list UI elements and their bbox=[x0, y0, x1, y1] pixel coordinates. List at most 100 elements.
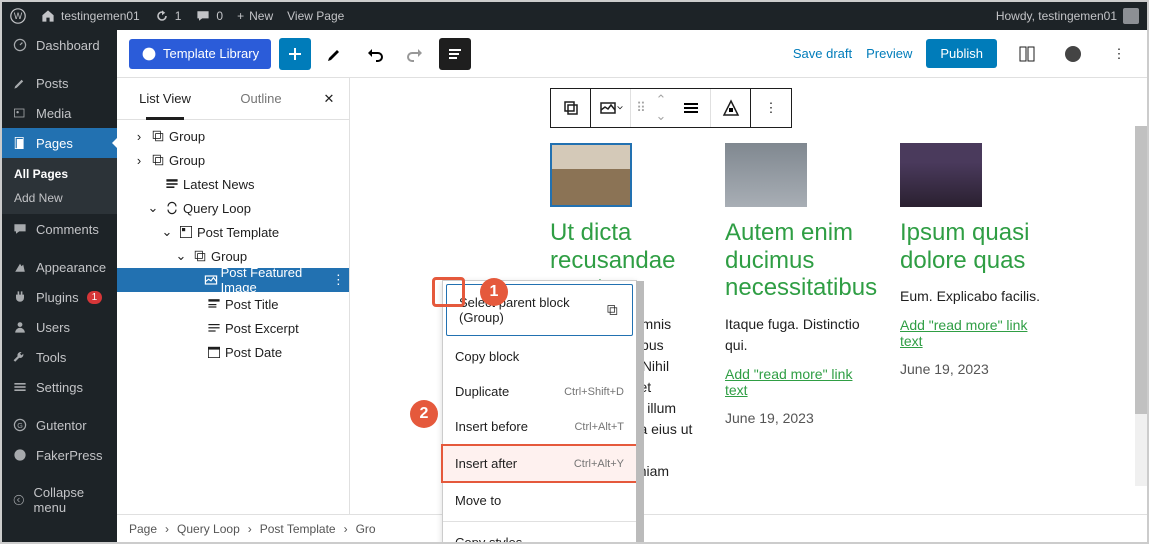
menu-insert-before[interactable]: Insert beforeCtrl+Alt+T bbox=[443, 409, 636, 444]
annotation-2: 2 bbox=[410, 400, 438, 428]
menu-copy-styles[interactable]: Copy styles bbox=[443, 525, 636, 544]
edit-mode-button[interactable] bbox=[319, 38, 351, 70]
svg-text:W: W bbox=[14, 11, 23, 21]
sidebar-item-appearance[interactable]: Appearance bbox=[2, 252, 117, 282]
template-library-button[interactable]: Template Library bbox=[129, 39, 271, 69]
sidebar-item-pages[interactable]: Pages bbox=[2, 128, 117, 158]
menu-insert-after[interactable]: Insert afterCtrl+Alt+Y bbox=[441, 444, 638, 483]
post-date[interactable]: June 19, 2023 bbox=[900, 361, 1045, 377]
chevron-icon[interactable]: ⌄ bbox=[159, 224, 175, 240]
block-tree: ›Group⋮›Group⋮Latest News⋮⌄Query Loop⋮⌄P… bbox=[117, 120, 349, 514]
menu-copy-block[interactable]: Copy block bbox=[443, 339, 636, 374]
post-title[interactable]: Ipsum quasi dolore quas bbox=[900, 219, 1045, 274]
menu-move-to[interactable]: Move to bbox=[443, 483, 636, 518]
menu-scrollbar[interactable] bbox=[636, 281, 644, 544]
tree-label: Post Date bbox=[225, 345, 282, 360]
sidebar-item-plugins[interactable]: Plugins1 bbox=[2, 282, 117, 312]
undo-button[interactable] bbox=[359, 38, 391, 70]
toolbar-aspect[interactable] bbox=[711, 89, 751, 127]
sidebar-sub-all-pages[interactable]: All Pages bbox=[2, 162, 117, 186]
tree-row[interactable]: Latest News⋮ bbox=[117, 172, 349, 196]
chevron-icon[interactable]: ⌄ bbox=[173, 248, 189, 264]
tree-row[interactable]: Post Date⋮ bbox=[117, 340, 349, 364]
block-icon bbox=[203, 296, 225, 312]
sidebar-item-gutentor[interactable]: GGutentor bbox=[2, 410, 117, 440]
more-button[interactable]: ⋮ bbox=[1103, 38, 1135, 70]
post-excerpt[interactable]: Eum. Explicabo facilis. bbox=[900, 286, 1045, 307]
sidebar-item-fakerpress[interactable]: FakerPress bbox=[2, 440, 117, 470]
vertical-scrollbar[interactable] bbox=[1135, 126, 1147, 486]
menu-duplicate[interactable]: DuplicateCtrl+Shift+D bbox=[443, 374, 636, 409]
tab-outline[interactable]: Outline bbox=[213, 78, 309, 119]
sidebar-item-settings[interactable]: Settings bbox=[2, 372, 117, 402]
toolbar-align[interactable] bbox=[671, 89, 711, 127]
tree-row[interactable]: Post Excerpt⋮ bbox=[117, 316, 349, 340]
editor-topbar: Template Library Save draft Preview Publ… bbox=[117, 30, 1147, 78]
site-name[interactable]: testingemen01 bbox=[40, 8, 140, 24]
updates-link[interactable]: 1 bbox=[154, 8, 182, 24]
chevron-icon[interactable]: › bbox=[131, 153, 147, 168]
redo-button[interactable] bbox=[399, 38, 431, 70]
tree-label: Query Loop bbox=[183, 201, 251, 216]
tab-list-view[interactable]: List View bbox=[117, 78, 213, 119]
post-title[interactable]: Autem enim ducimus necessitatibus bbox=[725, 219, 870, 302]
add-block-button[interactable] bbox=[279, 38, 311, 70]
sidebar-item-media[interactable]: Media bbox=[2, 98, 117, 128]
breadcrumb-item[interactable]: Page bbox=[129, 522, 157, 536]
breadcrumb-item[interactable]: Post Template bbox=[260, 522, 336, 536]
settings-button[interactable] bbox=[1011, 38, 1043, 70]
toolbar-more[interactable]: ⋮ bbox=[751, 89, 791, 127]
breadcrumb-item[interactable]: Gro bbox=[356, 522, 376, 536]
sidebar-item-dashboard[interactable]: Dashboard bbox=[2, 30, 117, 60]
breadcrumb-item[interactable]: Query Loop bbox=[177, 522, 240, 536]
tree-row[interactable]: Post Title⋮ bbox=[117, 292, 349, 316]
sidebar-item-users[interactable]: Users bbox=[2, 312, 117, 342]
block-icon bbox=[203, 344, 225, 360]
post-date[interactable]: June 19, 2023 bbox=[725, 410, 870, 426]
toolbar-featured-icon[interactable] bbox=[591, 89, 631, 127]
chevron-icon[interactable]: › bbox=[131, 129, 147, 144]
sidebar-item-posts[interactable]: Posts bbox=[2, 68, 117, 98]
tree-row[interactable]: ›Group⋮ bbox=[117, 148, 349, 172]
preview-button[interactable]: Preview bbox=[866, 46, 912, 61]
menu-select-parent[interactable]: Select parent block (Group) bbox=[446, 284, 633, 336]
tree-row[interactable]: ⌄Query Loop⋮ bbox=[117, 196, 349, 220]
comments-link[interactable]: 0 bbox=[195, 8, 223, 24]
close-panel-button[interactable]: ✕ bbox=[309, 78, 349, 119]
tree-row[interactable]: Post Featured Image⋮ bbox=[117, 268, 349, 292]
toolbar-move-handle[interactable]: ⠿ bbox=[631, 89, 651, 127]
post-excerpt[interactable]: Itaque fuga. Distinctio qui. bbox=[725, 314, 870, 356]
new-link[interactable]: + New bbox=[237, 9, 273, 23]
view-page-link[interactable]: View Page bbox=[287, 9, 344, 23]
sidebar-sub-add-new[interactable]: Add New bbox=[2, 186, 117, 210]
tree-label: Post Template bbox=[197, 225, 279, 240]
tree-row[interactable]: ⌄Post Template⋮ bbox=[117, 220, 349, 244]
gutentor-button[interactable] bbox=[1057, 38, 1089, 70]
sidebar-item-comments[interactable]: Comments bbox=[2, 214, 117, 244]
publish-button[interactable]: Publish bbox=[926, 39, 997, 68]
tree-row[interactable]: ›Group⋮ bbox=[117, 124, 349, 148]
wp-logo[interactable]: W bbox=[10, 8, 26, 24]
block-icon bbox=[161, 176, 183, 192]
howdy-text[interactable]: Howdy, testingemen01 bbox=[996, 9, 1117, 23]
chevron-icon[interactable]: ⌄ bbox=[145, 200, 161, 216]
featured-image[interactable] bbox=[900, 143, 982, 207]
listview-button[interactable] bbox=[439, 38, 471, 70]
annotation-1: 1 bbox=[480, 278, 508, 306]
featured-image[interactable] bbox=[725, 143, 807, 207]
sidebar-collapse[interactable]: Collapse menu bbox=[2, 478, 117, 522]
read-more-link[interactable]: Add "read more" link text bbox=[900, 317, 1045, 349]
tree-label: Latest News bbox=[183, 177, 255, 192]
options-icon[interactable]: ⋮ bbox=[328, 272, 349, 288]
sidebar-submenu: All Pages Add New bbox=[2, 158, 117, 214]
featured-image[interactable] bbox=[550, 143, 632, 207]
avatar[interactable] bbox=[1123, 8, 1139, 24]
block-icon bbox=[189, 248, 211, 264]
read-more-link[interactable]: Add "read more" link text bbox=[725, 366, 870, 398]
save-draft-button[interactable]: Save draft bbox=[793, 46, 852, 61]
toolbar-arrows[interactable]: ⌃⌄ bbox=[651, 89, 671, 127]
sidebar-item-tools[interactable]: Tools bbox=[2, 342, 117, 372]
block-icon bbox=[147, 128, 169, 144]
post-card: Autem enim ducimus necessitatibus Itaque… bbox=[725, 143, 870, 513]
toolbar-bubble-icon[interactable] bbox=[551, 89, 591, 127]
